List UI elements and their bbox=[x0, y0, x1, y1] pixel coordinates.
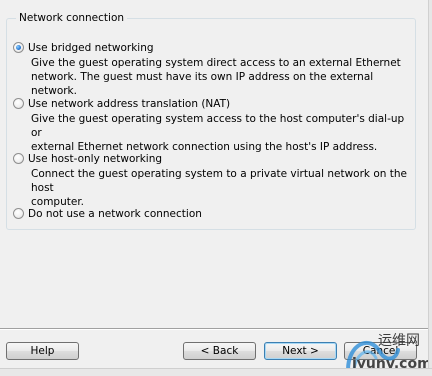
host-only-radio[interactable] bbox=[13, 153, 24, 164]
window-bottom-edge bbox=[0, 368, 432, 376]
bridged-label[interactable]: Use bridged networking bbox=[28, 41, 154, 55]
window-right-edge bbox=[428, 0, 432, 376]
no-network-label[interactable]: Do not use a network connection bbox=[28, 207, 202, 221]
watermark-title: 运维网 bbox=[378, 333, 420, 349]
no-network-radio[interactable] bbox=[13, 208, 24, 219]
network-connection-group: Network connection Use bridged networkin… bbox=[6, 11, 416, 230]
bridged-description: Give the guest operating system direct a… bbox=[31, 57, 401, 97]
bridged-radio[interactable] bbox=[13, 42, 24, 53]
help-button[interactable]: Help bbox=[6, 342, 79, 360]
next-button[interactable]: Next > bbox=[264, 342, 337, 360]
button-separator-highlight bbox=[0, 329, 428, 330]
nat-description: Give the guest operating system access t… bbox=[31, 113, 405, 153]
back-button[interactable]: < Back bbox=[183, 342, 256, 360]
nat-radio[interactable] bbox=[13, 98, 24, 109]
host-only-label[interactable]: Use host-only networking bbox=[28, 152, 162, 166]
host-only-description: Connect the guest operating system to a … bbox=[31, 168, 407, 208]
network-connection-legend: Network connection bbox=[16, 11, 128, 25]
nat-label[interactable]: Use network address translation (NAT) bbox=[28, 97, 230, 111]
